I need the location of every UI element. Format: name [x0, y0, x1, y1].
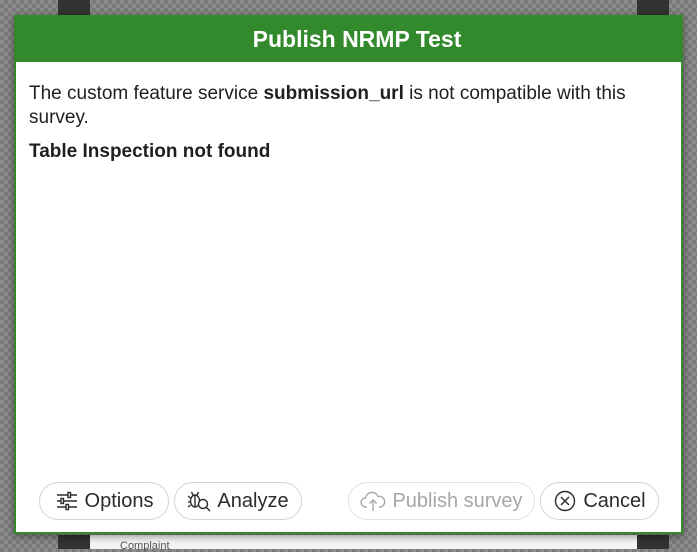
cancel-button-label: Cancel [583, 489, 646, 512]
background-form-label: Complaint [120, 540, 170, 552]
error-message: Table Inspection not found [29, 141, 271, 162]
analyze-button-label: Analyze [217, 489, 289, 512]
cloud-upload-icon [360, 489, 386, 513]
dialog-title: Publish NRMP Test [252, 26, 462, 52]
background-panel-edge [637, 535, 669, 549]
background-panel-edge [637, 0, 669, 16]
analyze-button[interactable]: Analyze [174, 482, 302, 520]
publish-dialog: Publish NRMP Test The custom feature ser… [14, 15, 683, 534]
sliders-icon [55, 489, 79, 513]
message-prefix: The custom feature service [29, 83, 264, 104]
publish-survey-button[interactable]: Publish survey [348, 482, 535, 520]
background-form-panel [90, 535, 637, 549]
options-button-label: Options [84, 489, 154, 512]
dialog-content: The custom feature service submission_ur… [16, 62, 681, 164]
message-field-name: submission_url [263, 83, 404, 104]
dialog-title-bar: Publish NRMP Test [16, 17, 681, 62]
dialog-footer: Options Analyze Publish survey Cancel [16, 482, 681, 520]
compatibility-message: The custom feature service submission_ur… [29, 82, 668, 130]
background-panel-edge [58, 0, 90, 16]
options-button[interactable]: Options [39, 482, 169, 520]
background-panel-edge [58, 535, 90, 549]
bug-search-icon [187, 489, 211, 513]
cancel-button[interactable]: Cancel [540, 482, 659, 520]
circle-x-icon [553, 489, 577, 513]
publish-survey-button-label: Publish survey [392, 489, 523, 512]
